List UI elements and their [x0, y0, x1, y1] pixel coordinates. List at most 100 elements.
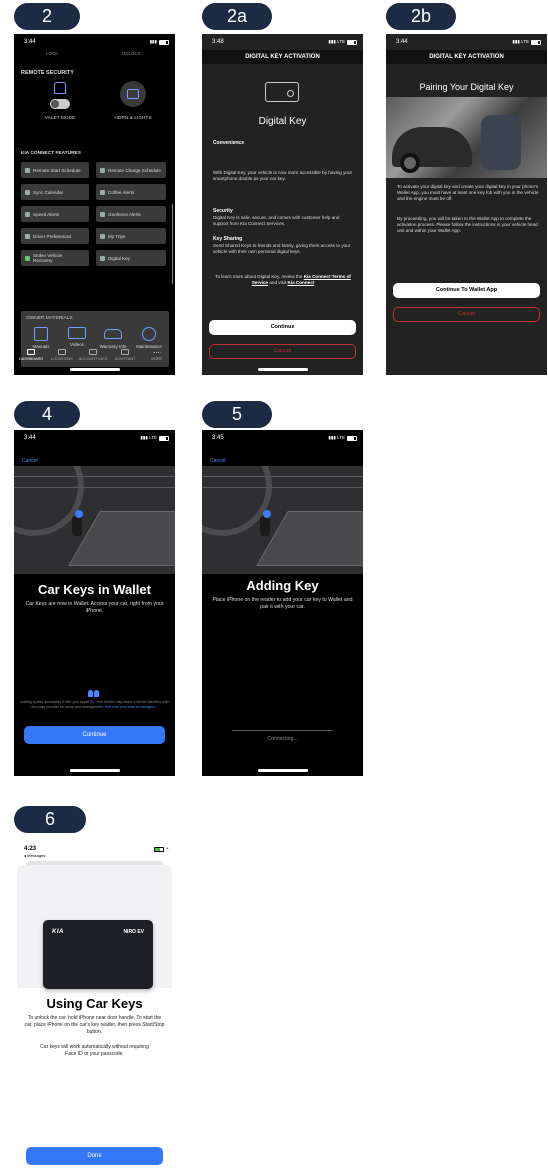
shield-icon: [25, 255, 30, 261]
manuals-button[interactable]: Manuals: [25, 327, 57, 349]
signal-icon: ▮▮▮: [150, 39, 169, 45]
owner-materials-title: OWNER MATERIALS: [26, 316, 73, 321]
page-title: Using Car Keys: [46, 996, 143, 1011]
location-icon: [58, 349, 66, 355]
security-heading: Security: [213, 208, 233, 214]
card-model-name: NIRO EV: [123, 929, 144, 935]
valet-mode-label: VALET MODE: [44, 116, 76, 121]
instructions-text: To unlock the car, hold iPhone near door…: [24, 1015, 165, 1035]
geofence-icon: [100, 211, 105, 217]
feature-stolen-vehicle[interactable]: Stolen Vehicle Recovery: [21, 250, 89, 266]
car-key-card: KIA NIRO EV: [43, 920, 153, 989]
progress-divider: [232, 730, 333, 731]
data-management-link[interactable]: See how your data is managed...: [105, 705, 158, 709]
feature-sync-calendar[interactable]: Sync Calendar: [21, 184, 89, 200]
cancel-button[interactable]: Cancel: [393, 307, 540, 322]
screen-pairing: 3:44 ▮▮▮ LTE DIGITAL KEY ACTIVATION Pair…: [386, 34, 547, 375]
signal-icon: ▮▮▮ LTE: [512, 39, 541, 45]
card-preview-area: KIA NIRO EV: [17, 865, 172, 989]
cancel-button[interactable]: Cancel: [209, 344, 356, 359]
feature-driver-preferences[interactable]: Driver Preferences: [21, 228, 89, 244]
page-title: Digital Key: [258, 116, 307, 127]
step-label-5: 5: [202, 401, 272, 428]
screen-car-keys-in-wallet: 3:44 ▮▮▮ LTE Cancel Car Keys in Wallet C…: [14, 430, 175, 776]
pairing-text-2: By proceeding, you will be taken to the …: [397, 216, 538, 233]
key-sharing-text: Send Shared Keys to friends and family, …: [213, 243, 351, 254]
key-reader-dot: [75, 510, 83, 518]
unlock-label[interactable]: UNLOCK: [122, 51, 141, 56]
status-time: 3:44: [24, 39, 36, 45]
step-label-2: 2: [14, 3, 80, 30]
step-label-6: 6: [14, 806, 86, 833]
remote-security-title: REMOTE SECURITY: [21, 70, 74, 76]
continue-button[interactable]: Continue: [209, 320, 356, 335]
status-time: 3:44: [396, 39, 408, 45]
feature-my-trips[interactable]: My Trips: [96, 228, 166, 244]
page-subtitle: Place iPhone on the reader to add your c…: [212, 597, 353, 610]
tab-more[interactable]: MORE: [142, 349, 172, 361]
feature-remote-start[interactable]: Remote Start Schedule: [21, 162, 89, 178]
back-to-messages-link[interactable]: ◂ Messages: [24, 853, 45, 858]
connecting-status: Connecting...: [267, 736, 298, 742]
signal-icon: ⚡: [153, 846, 169, 852]
learn-more-text: To learn more about Digital Key, review …: [215, 274, 351, 285]
cancel-link[interactable]: Cancel: [210, 458, 226, 464]
battery-icon: [347, 39, 357, 45]
continue-button[interactable]: Continue: [24, 726, 165, 744]
moon-icon: [100, 189, 105, 195]
warranty-info-button[interactable]: Warranty Info: [97, 327, 129, 349]
car-phone-photo: [386, 97, 547, 178]
page-subtitle: Car Keys are now in Wallet. Access your …: [25, 601, 164, 614]
videos-button[interactable]: Videos: [61, 327, 93, 347]
key-reader-dot: [263, 510, 271, 518]
status-bar: 3:44 ▮▮▮ LTE: [14, 430, 175, 446]
done-button[interactable]: Done: [26, 1147, 163, 1165]
key-card-icon: [100, 255, 105, 261]
calendar-icon: [25, 167, 30, 173]
home-indicator[interactable]: [257, 769, 308, 772]
car-icon: [27, 349, 35, 355]
scroll-indicator[interactable]: [171, 204, 173, 284]
tab-account-info[interactable]: ACCOUNT INFO: [78, 349, 108, 361]
status-time: 3:44: [24, 435, 36, 441]
battery-icon: [159, 39, 169, 45]
nav-title: DIGITAL KEY ACTIVATION: [202, 50, 363, 64]
signal-icon: ▮▮▮ LTE: [140, 435, 169, 441]
car-interior-illustration: [202, 466, 363, 574]
tab-locations[interactable]: LOCATIONS: [47, 349, 77, 361]
feature-digital-key[interactable]: Digital Key: [96, 250, 166, 266]
car-icon: [104, 329, 122, 339]
home-indicator[interactable]: [257, 368, 308, 371]
home-indicator[interactable]: [69, 769, 120, 772]
kia-connect-link[interactable]: Kia Connect: [287, 280, 314, 285]
feature-remote-charge[interactable]: Remote Charge Schedule: [96, 162, 166, 178]
maintenance-button[interactable]: Maintenance: [133, 327, 165, 349]
status-bar: 3:44 ▮▮▮ LTE: [386, 34, 547, 50]
tab-assistant[interactable]: ASSISTANT: [110, 349, 140, 361]
valet-mode-toggle[interactable]: [50, 99, 70, 109]
status-time: 4:23: [24, 846, 37, 852]
wrench-icon: [142, 327, 156, 341]
page-title: Adding Key: [246, 578, 319, 593]
horn-lights-label: HORN & LIGHTS: [114, 116, 152, 121]
battery-icon: [159, 435, 169, 441]
tab-dashboard[interactable]: DASHBOARD: [16, 349, 46, 361]
feature-speed-alerts[interactable]: Speed Alerts: [21, 206, 89, 222]
horn-lights-button[interactable]: [120, 81, 146, 107]
battery-icon: [531, 39, 541, 45]
cancel-link[interactable]: Cancel: [22, 458, 38, 464]
driver-icon: [25, 233, 30, 239]
key-sharing-heading: Key Sharing: [213, 236, 243, 242]
feature-geofence-alerts[interactable]: Geofence Alerts: [96, 206, 166, 222]
home-indicator[interactable]: [69, 368, 120, 371]
nav-title: DIGITAL KEY ACTIVATION: [386, 50, 547, 64]
privacy-notice: Adding a pass associates it with your Ap…: [20, 700, 169, 709]
screen-adding-key: 3:45 ▮▮▮ LTE Cancel Adding Key Place iPh…: [202, 430, 363, 776]
more-icon: [153, 352, 161, 354]
feature-curfew-alerts[interactable]: Coffee Alerts: [96, 184, 166, 200]
valet-mode-icon[interactable]: [54, 82, 66, 94]
continue-to-wallet-button[interactable]: Continue To Wallet App: [393, 283, 540, 298]
screen-dashboard: 3:44 ▮▮▮ LOCK UNLOCK REMOTE SECURITY VAL…: [14, 34, 175, 375]
battery-icon: [153, 846, 164, 852]
lock-label[interactable]: LOCK: [46, 51, 58, 56]
